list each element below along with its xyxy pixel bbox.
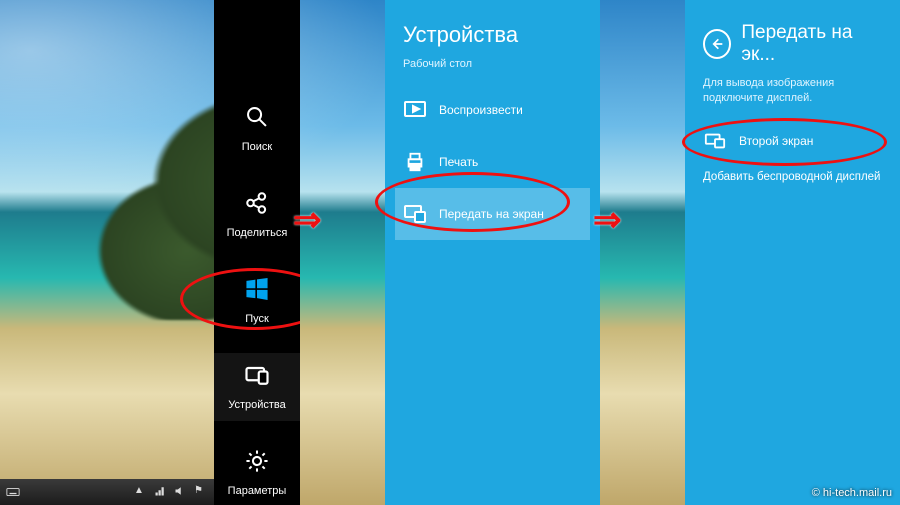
wallpaper-sliver [600,0,685,505]
item-label: Воспроизвести [439,103,523,117]
search-icon [241,101,273,133]
charm-share[interactable]: Поделиться [214,181,300,249]
arrow-1: ⇒ [293,200,322,240]
volume-icon[interactable] [174,485,188,499]
network-icon[interactable] [154,485,168,499]
printer-icon [403,150,427,174]
project-item-second-screen[interactable]: Второй экран [695,121,890,161]
flag-icon[interactable]: ▲ [134,485,148,499]
charm-label: Поиск [242,141,272,153]
watermark: © hi-tech.mail.ru [812,487,892,499]
share-icon [241,187,273,219]
keyboard-icon[interactable] [6,485,20,499]
taskbar[interactable]: ▲ ⚑ [0,479,214,505]
wallpaper-sliver [300,0,385,505]
pane-title: Передать на эк... [741,22,882,66]
devices-pane: Устройства Рабочий стол Воспроизвести Пе… [385,0,600,505]
charm-label: Параметры [228,485,287,497]
add-wireless-display-link[interactable]: Добавить беспроводной дисплей [703,161,882,193]
play-to-icon [403,98,427,122]
charms-bar: Поиск Поделиться Пуск Устройства [214,0,300,505]
devices-item-play[interactable]: Воспроизвести [395,84,590,136]
step3-project-panel: Передать на эк... Для вывода изображения… [600,0,900,505]
devices-item-print[interactable]: Печать [395,136,590,188]
project-icon [403,202,427,226]
second-screen-icon [703,129,727,153]
gear-icon [241,445,273,477]
charm-settings[interactable]: Параметры [214,439,300,505]
step2-devices-panel: Устройства Рабочий стол Воспроизвести Пе… [300,0,600,505]
step1-charms-panel: ▲ ⚑ Поиск Поделиться [0,0,300,505]
devices-icon [241,359,273,391]
arrow-2: ⇒ [593,200,622,240]
item-label: Печать [439,155,478,169]
windows-icon [241,273,273,305]
pane-subtitle: Рабочий стол [403,58,582,70]
charm-label: Поделиться [227,227,288,239]
charm-devices[interactable]: Устройства [214,353,300,421]
charm-label: Устройства [228,399,286,411]
project-pane: Передать на эк... Для вывода изображения… [685,0,900,505]
devices-item-project[interactable]: Передать на экран [395,188,590,240]
charm-search[interactable]: Поиск [214,95,300,163]
item-label: Передать на экран [439,207,544,221]
pane-title: Устройства [403,22,582,48]
item-label: Второй экран [739,134,813,148]
charm-label: Пуск [245,313,269,325]
charm-start[interactable]: Пуск [214,267,300,335]
back-button[interactable] [703,29,731,59]
action-center-icon[interactable]: ⚑ [194,485,208,499]
link-label: Добавить беспроводной дисплей [703,171,880,183]
project-hint: Для вывода изображения подключите диспле… [703,76,882,107]
